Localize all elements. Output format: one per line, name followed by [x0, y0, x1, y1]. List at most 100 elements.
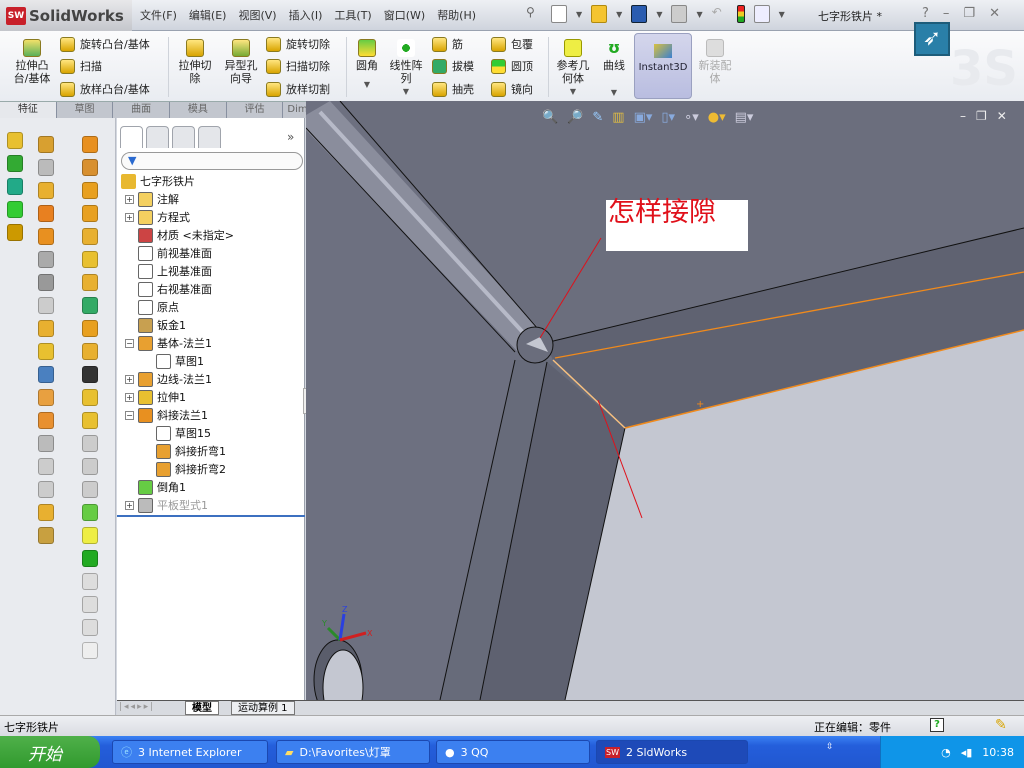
expand-icon[interactable]: + [125, 212, 134, 222]
combine-icon[interactable] [82, 481, 98, 498]
rib-icon[interactable] [82, 274, 98, 291]
tree-item[interactable]: −斜接折弯2 [143, 460, 226, 478]
save-icon[interactable] [631, 5, 648, 23]
extrude-cut-button[interactable]: 拉伸切除 [174, 39, 216, 85]
tree-item[interactable]: −倒角1 [125, 478, 186, 496]
sweep-button[interactable]: 扫描 [60, 58, 102, 74]
pin-icon[interactable]: ⚲ [526, 5, 542, 23]
tree-item[interactable]: + 方程式 [125, 208, 190, 226]
view-orientation-icon[interactable]: ▣▾ [634, 110, 653, 125]
fillet-icon[interactable] [82, 205, 98, 222]
curves-button[interactable]: ʊ 曲线 ▼ [596, 39, 632, 99]
mirror-icon[interactable] [82, 343, 98, 360]
revolve-cut-button[interactable]: 旋转切除 [266, 36, 330, 52]
collapse-icon[interactable]: − [125, 410, 134, 420]
expand-icon[interactable]: + [125, 194, 134, 204]
lofted-bend-icon[interactable] [38, 527, 54, 544]
view-iso-icon[interactable] [82, 619, 98, 636]
shell-button[interactable]: 抽壳 [432, 81, 474, 97]
select-icon[interactable] [7, 132, 23, 149]
tree-item[interactable]: −右视基准面 [125, 280, 212, 298]
view-top-icon[interactable] [82, 596, 98, 613]
chamfer-icon[interactable] [82, 228, 98, 245]
tab-sketch[interactable]: 草图 [57, 102, 114, 118]
zoom-area-icon[interactable]: 🔎 [567, 110, 583, 125]
chevron-down-icon[interactable]: ▼ [552, 85, 594, 98]
welded-corner-icon[interactable] [38, 297, 54, 314]
tree-filter-input[interactable]: ▼ [121, 152, 303, 170]
wrap-icon[interactable] [82, 366, 98, 383]
tab-surfaces[interactable]: 曲面 [113, 102, 171, 118]
menu-tools[interactable]: 工具(T) [334, 7, 371, 23]
chevron-down-icon[interactable]: ▼ [779, 10, 785, 19]
viewport-restore-button[interactable]: ❐ [976, 109, 987, 123]
no-bends-icon[interactable] [38, 389, 54, 406]
extrude-icon[interactable] [82, 136, 98, 153]
collapse-icon[interactable]: − [125, 338, 134, 348]
solidworks-logo[interactable]: SW SolidWorks [0, 0, 132, 31]
miter-flange-icon[interactable] [38, 182, 54, 199]
relations-icon[interactable] [7, 201, 23, 218]
dimxpert-manager-tab[interactable] [198, 126, 221, 148]
new-document-icon[interactable] [551, 5, 567, 23]
sweep-cut-button[interactable]: 扫描切除 [266, 58, 330, 74]
clock[interactable]: 10:38 [982, 746, 1014, 759]
help-icon[interactable]: ? [930, 718, 944, 732]
chevron-down-icon[interactable]: ▼ [696, 10, 702, 19]
tree-item[interactable]: + 边线-法兰1 [125, 370, 212, 388]
sketched-bend-icon[interactable] [38, 251, 54, 268]
tab-mold[interactable]: 模具 [170, 102, 227, 118]
taskbar-scroll-icon[interactable]: ⇳ [826, 742, 834, 752]
tree-item[interactable]: −材质 <未指定> [125, 226, 234, 244]
split-icon[interactable] [82, 412, 98, 429]
loft-boss-button[interactable]: 放样凸台/基体 [60, 81, 150, 97]
feature-manager-tab[interactable] [120, 126, 143, 148]
expand-icon[interactable]: + [125, 374, 134, 384]
tree-item[interactable]: −斜接折弯1 [143, 442, 226, 460]
open-folder-icon[interactable] [591, 5, 608, 23]
menu-window[interactable]: 窗口(W) [384, 7, 425, 23]
graphics-area[interactable]: + 怎样接隙 Y Z X 🔍 🔎 ✎ ▥ ▣▾ ▯▾ ∘▾ ●▾ ▤▾ – ❐ … [306, 101, 1024, 700]
revolve-icon[interactable] [82, 159, 98, 176]
hide-show-icon[interactable]: ∘▾ [684, 110, 699, 125]
section-view-icon[interactable]: ▥ [612, 110, 624, 125]
draft-button[interactable]: 拔模 [432, 58, 474, 74]
tree-item[interactable]: − 斜接法兰1 [125, 406, 208, 424]
viewport-close-button[interactable]: ✕ [997, 109, 1007, 123]
revolve-boss-button[interactable]: 旋转凸台/基体 [60, 36, 150, 52]
draft-icon[interactable] [82, 297, 98, 314]
minimize-button[interactable]: – [943, 6, 950, 21]
new-assembly-button[interactable]: 新装配体 [694, 39, 736, 85]
wrap-button[interactable]: 包覆 [491, 36, 533, 52]
tree-item[interactable]: −钣金1 [125, 316, 186, 334]
task-folder[interactable]: ▰ D:\Favorites\灯罩 [276, 740, 430, 764]
closed-corner-icon[interactable] [38, 274, 54, 291]
cut-icon[interactable] [82, 182, 98, 199]
reference-geometry-icon[interactable] [82, 527, 98, 544]
rebuild-icon[interactable] [736, 5, 745, 23]
network-icon[interactable]: ◔ [941, 746, 951, 759]
configuration-manager-tab[interactable] [172, 126, 195, 148]
menu-help[interactable]: 帮助(H) [437, 7, 476, 23]
pattern-icon[interactable] [82, 320, 98, 337]
swift-logo-icon[interactable]: ➶ [914, 22, 950, 56]
tree-root[interactable]: 七字形铁片 [121, 172, 195, 190]
tree-item[interactable]: −原点 [125, 298, 179, 316]
more-icon[interactable] [82, 642, 98, 659]
reference-geometry-button[interactable]: 参考几何体 ▼ [552, 39, 594, 98]
break-corner-icon[interactable] [38, 320, 54, 337]
hem-icon[interactable] [38, 205, 54, 222]
menu-view[interactable]: 视图(V) [238, 7, 276, 23]
tree-item[interactable]: + 平板型式1 [125, 496, 208, 514]
flatten-icon[interactable] [38, 366, 54, 383]
reference-plane-icon[interactable] [7, 224, 23, 241]
tree-item[interactable]: + 注解 [125, 190, 179, 208]
input-method-icon[interactable]: ◂▮ [961, 746, 973, 759]
tab-motion-study[interactable]: 运动算例 1 [231, 701, 295, 715]
insert-bends-icon[interactable] [38, 435, 54, 452]
display-style-icon[interactable]: ▯▾ [661, 110, 675, 125]
menu-insert[interactable]: 插入(I) [289, 7, 323, 23]
tree-item[interactable]: + 拉伸1 [125, 388, 186, 406]
loft-cut-button[interactable]: 放样切割 [266, 81, 330, 97]
chevron-down-icon[interactable]: ▼ [616, 10, 622, 19]
